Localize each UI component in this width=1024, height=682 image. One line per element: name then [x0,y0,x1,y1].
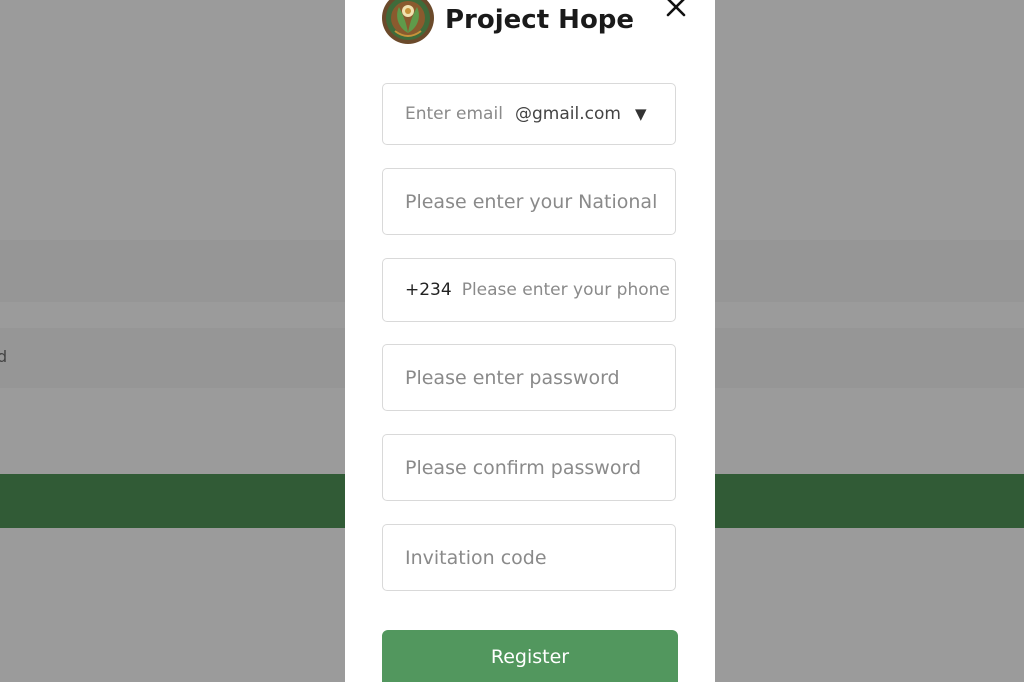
register-button[interactable]: Register [382,630,678,682]
phone-input[interactable] [461,280,675,300]
project-hope-logo-icon [382,0,434,44]
chevron-down-icon[interactable]: ▼ [635,105,647,123]
email-field: @gmail.com ▼ [382,83,676,145]
confirm-password-field [382,434,676,501]
invitation-code-input[interactable] [405,546,675,569]
phone-field: +234 [382,258,676,322]
national-id-field [382,168,676,235]
close-icon[interactable] [663,0,689,20]
email-domain-select[interactable]: @gmail.com [515,104,621,124]
phone-country-prefix: +234 [405,280,452,300]
modal-header: Project Hope [381,0,634,46]
national-id-input[interactable] [405,190,675,213]
confirm-password-input[interactable] [405,456,675,479]
invitation-code-field [382,524,676,591]
email-input[interactable] [405,104,515,124]
modal-title: Project Hope [445,5,635,35]
background-text-fragment: d [0,347,8,366]
password-field [382,344,676,411]
page: d Project Hope @gmail.com ▼ [0,0,1024,682]
register-modal: Project Hope @gmail.com ▼ +234 Register [345,0,715,682]
password-input[interactable] [405,366,675,389]
